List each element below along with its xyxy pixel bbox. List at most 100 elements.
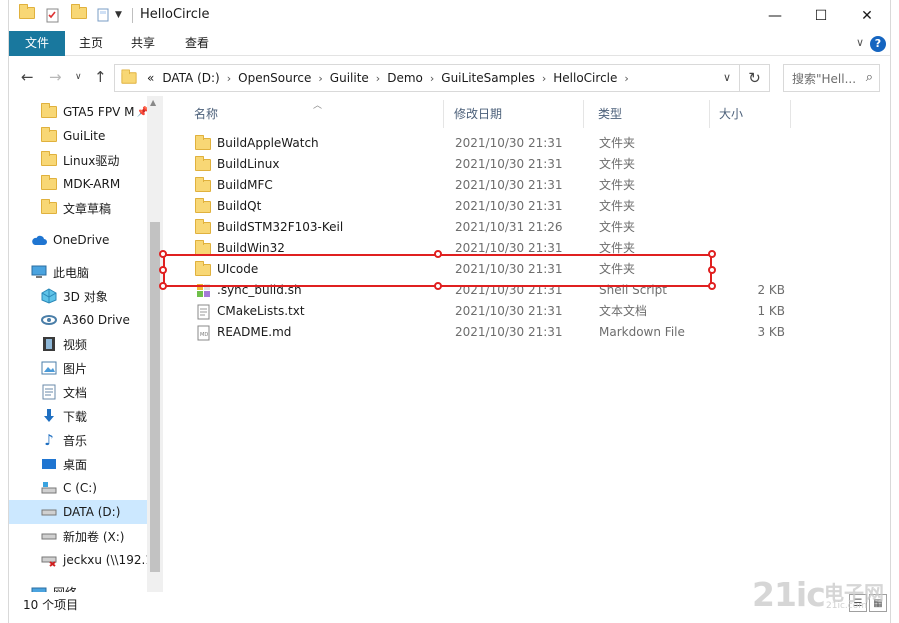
sidebar-item-label: 文章草稿 bbox=[63, 201, 112, 216]
breadcrumb-opensource[interactable]: OpenSource bbox=[234, 71, 315, 85]
up-arrow-icon[interactable]: ↑ bbox=[94, 68, 107, 86]
column-divider[interactable] bbox=[790, 100, 791, 128]
file-row[interactable]: BuildQt 2021/10/30 21:31 文件夹 bbox=[187, 196, 807, 217]
file-row[interactable]: BuildLinux 2021/10/30 21:31 文件夹 bbox=[187, 154, 807, 175]
file-row[interactable]: BuildMFC 2021/10/30 21:31 文件夹 bbox=[187, 175, 807, 196]
breadcrumb-chevron-icon[interactable]: › bbox=[373, 72, 383, 85]
sidebar-item-pictures[interactable]: 图片 bbox=[9, 356, 147, 380]
breadcrumb-overflow[interactable]: « bbox=[143, 71, 158, 85]
file-size bbox=[727, 154, 785, 175]
breadcrumb-guilitesamples[interactable]: GuiLiteSamples bbox=[437, 71, 539, 85]
file-date: 2021/10/30 21:31 bbox=[455, 325, 563, 339]
sidebar-item-label: 下载 bbox=[63, 409, 88, 424]
tab-share[interactable]: 共享 bbox=[121, 31, 165, 56]
scroll-up-arrow-icon[interactable]: ▲ bbox=[150, 98, 156, 107]
file-size bbox=[727, 175, 785, 196]
column-divider[interactable] bbox=[443, 100, 444, 128]
breadcrumb-chevron-icon[interactable]: › bbox=[315, 72, 325, 85]
sidebar-item-network-drive[interactable]: jeckxu (\\192.1( bbox=[9, 548, 147, 572]
breadcrumb-chevron-icon[interactable]: › bbox=[539, 72, 549, 85]
close-button[interactable]: ✕ bbox=[844, 0, 890, 31]
column-divider[interactable] bbox=[583, 100, 584, 128]
folder-icon bbox=[41, 199, 57, 216]
sidebar-item-onedrive[interactable]: OneDrive bbox=[9, 228, 147, 252]
sidebar-item-drive-c[interactable]: C (C:) bbox=[9, 476, 147, 500]
new-folder-icon[interactable] bbox=[71, 4, 87, 23]
breadcrumb-demo[interactable]: Demo bbox=[383, 71, 427, 85]
properties-icon[interactable] bbox=[45, 7, 61, 23]
sidebar-item-drive-d[interactable]: DATA (D:) bbox=[9, 500, 147, 524]
sidebar-item-linux-driver[interactable]: Linux驱动 bbox=[9, 148, 147, 172]
column-header-type[interactable]: 类型 bbox=[589, 96, 709, 132]
sidebar-item-3d-objects[interactable]: 3D 对象 bbox=[9, 284, 147, 308]
sidebar-item-gta5[interactable]: GTA5 FPV M 📌 bbox=[9, 100, 147, 124]
highlight-handle bbox=[159, 282, 167, 290]
breadcrumb-chevron-icon[interactable]: › bbox=[621, 72, 631, 85]
file-size bbox=[727, 259, 785, 280]
tab-home[interactable]: 主页 bbox=[69, 31, 113, 56]
file-size bbox=[727, 238, 785, 259]
sidebar-item-mdk-arm[interactable]: MDK-ARM bbox=[9, 172, 147, 196]
back-arrow-icon[interactable]: ← bbox=[21, 68, 34, 86]
tab-view[interactable]: 查看 bbox=[175, 31, 219, 56]
search-placeholder[interactable]: 搜索"Hell... bbox=[792, 70, 856, 87]
breadcrumb-chevron-icon[interactable]: › bbox=[224, 72, 234, 85]
scrollbar-thumb[interactable] bbox=[150, 222, 160, 572]
breadcrumb-guilite[interactable]: Guilite bbox=[326, 71, 373, 85]
expand-ribbon-icon[interactable]: ∨ bbox=[856, 36, 864, 49]
video-icon bbox=[41, 336, 57, 352]
file-name-cell[interactable]: MD README.md bbox=[195, 322, 291, 343]
file-name: README.md bbox=[217, 325, 292, 339]
file-row[interactable]: CMakeLists.txt 2021/10/30 21:31 文本文档 1 KB bbox=[187, 301, 807, 322]
explorer-window: ▼ HelloCircle — ☐ ✕ 文件 主页 共享 查看 ∨ ? ← → … bbox=[8, 0, 891, 623]
quick-access-customize-icon[interactable] bbox=[95, 7, 111, 23]
file-name-cell[interactable]: BuildMFC bbox=[195, 175, 273, 196]
tab-file[interactable]: 文件 bbox=[9, 31, 65, 56]
address-dropdown-icon[interactable]: ∨ bbox=[723, 71, 731, 84]
sidebar-item-guilite[interactable]: GuiLite bbox=[9, 124, 147, 148]
column-header-name[interactable]: 名称 bbox=[185, 96, 443, 132]
column-header-size[interactable]: 大小 bbox=[710, 96, 790, 132]
recent-locations-chevron-icon[interactable]: ∨ bbox=[75, 72, 82, 82]
sidebar-item-videos[interactable]: 视频 bbox=[9, 332, 147, 356]
sidebar-item-label: 音乐 bbox=[63, 433, 88, 448]
file-row[interactable]: BuildSTM32F103-Keil 2021/10/31 21:26 文件夹 bbox=[187, 217, 807, 238]
sidebar-item-drive-x[interactable]: 新加卷 (X:) bbox=[9, 524, 147, 548]
search-input[interactable]: 搜索"Hell... ⌕ bbox=[783, 64, 880, 92]
file-name-cell[interactable]: CMakeLists.txt bbox=[195, 301, 305, 322]
desktop-icon bbox=[41, 456, 57, 472]
file-row[interactable]: MD README.md 2021/10/30 21:31 Markdown File… bbox=[187, 322, 807, 343]
help-icon[interactable]: ? bbox=[870, 36, 886, 52]
file-row[interactable]: BuildAppleWatch 2021/10/30 21:31 文件夹 bbox=[187, 133, 807, 154]
file-name-cell[interactable]: BuildQt bbox=[195, 196, 261, 217]
minimize-button[interactable]: — bbox=[752, 0, 798, 31]
file-type: 文件夹 bbox=[599, 199, 636, 213]
drive-icon bbox=[41, 528, 57, 544]
sidebar-item-documents[interactable]: 文档 bbox=[9, 380, 147, 404]
chevron-down-icon[interactable]: ▼ bbox=[115, 10, 131, 26]
file-name-cell[interactable]: BuildAppleWatch bbox=[195, 133, 319, 154]
breadcrumb-chevron-icon[interactable]: › bbox=[427, 72, 437, 85]
sidebar-item-this-pc[interactable]: 此电脑 bbox=[9, 260, 147, 284]
watermark-brand: 21ic bbox=[752, 575, 826, 614]
window-title: HelloCircle bbox=[140, 7, 210, 22]
column-header-date[interactable]: 修改日期 bbox=[445, 96, 583, 132]
sidebar-item-label: GuiLite bbox=[63, 129, 106, 143]
address-bar[interactable]: « DATA (D:) › OpenSource › Guilite › Dem… bbox=[114, 64, 740, 92]
breadcrumb-hellocircle[interactable]: HelloCircle bbox=[549, 71, 621, 85]
sidebar-item-desktop[interactable]: 桌面 bbox=[9, 452, 147, 476]
sidebar-item-network[interactable]: 网络 bbox=[9, 580, 147, 592]
folder-icon bbox=[19, 4, 35, 23]
file-name-cell[interactable]: BuildSTM32F103-Keil bbox=[195, 217, 343, 238]
sidebar-item-a360-drive[interactable]: A360 Drive bbox=[9, 308, 147, 332]
maximize-button[interactable]: ☐ bbox=[798, 0, 844, 31]
sidebar-item-downloads[interactable]: 下载 bbox=[9, 404, 147, 428]
sidebar-scrollbar[interactable]: ▲ bbox=[147, 96, 163, 592]
file-name-cell[interactable]: BuildLinux bbox=[195, 154, 279, 175]
text-file-icon bbox=[195, 304, 211, 320]
refresh-icon[interactable]: ↻ bbox=[740, 64, 770, 92]
forward-arrow-icon[interactable]: → bbox=[49, 68, 62, 86]
sidebar-item-music[interactable]: ♪ 音乐 bbox=[9, 428, 147, 452]
breadcrumb-data-drive[interactable]: DATA (D:) bbox=[158, 71, 223, 85]
sidebar-item-drafts[interactable]: 文章草稿 bbox=[9, 196, 147, 220]
